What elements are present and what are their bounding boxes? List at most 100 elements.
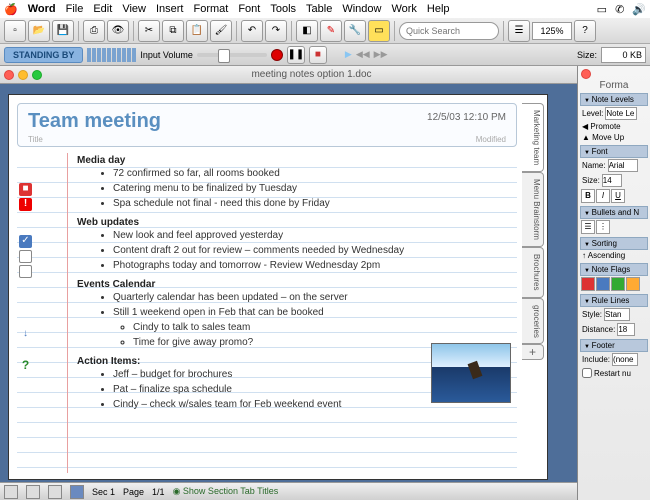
minimize-button[interactable] — [18, 70, 28, 80]
battery-icon[interactable]: ▭ — [597, 3, 607, 16]
play-button[interactable]: ▶ — [345, 49, 352, 60]
open-button[interactable]: 📂 — [28, 20, 50, 42]
note-flag[interactable] — [19, 265, 32, 278]
view-outline-button[interactable] — [26, 485, 40, 499]
copy-button[interactable]: ⧉ — [162, 20, 184, 42]
format-painter-button[interactable]: 🖌 — [210, 20, 232, 42]
add-tab-button[interactable]: + — [522, 344, 544, 360]
section-bullets[interactable]: Bullets and N — [580, 206, 648, 219]
level-field[interactable] — [605, 107, 637, 120]
stop-button[interactable]: ■ — [309, 46, 327, 64]
save-button[interactable]: 💾 — [52, 20, 74, 42]
menu-table[interactable]: Table — [306, 3, 332, 15]
pen-red-button[interactable]: ✎ — [320, 20, 342, 42]
list-item[interactable]: Content draft 2 out for review – comment… — [113, 243, 517, 258]
zoom-field[interactable] — [532, 22, 572, 40]
volume-icon[interactable]: 🔊 — [632, 3, 646, 16]
show-tabs-label[interactable]: ◉ Show Section Tab Titles — [173, 486, 279, 497]
section-tab[interactable]: groceries — [522, 298, 544, 345]
snowboarder-image[interactable] — [431, 343, 511, 403]
promote-button[interactable]: ◀ Promote — [582, 122, 621, 131]
view-normal-button[interactable] — [4, 485, 18, 499]
moveup-button[interactable]: ▲ Move Up — [582, 133, 624, 142]
underline-button[interactable]: U — [611, 189, 625, 203]
note-body[interactable]: ■! ✓ ↓? Media day72 confirmed so far, all … — [17, 153, 517, 473]
skip-fwd-button[interactable]: ▶▶ — [374, 49, 388, 60]
flag-3[interactable] — [611, 277, 625, 291]
flag-2[interactable] — [596, 277, 610, 291]
rule-distance-field[interactable] — [617, 323, 635, 336]
view-page-button[interactable] — [48, 485, 62, 499]
note-flag[interactable]: ✓ — [19, 235, 32, 248]
preview-button[interactable]: 👁 — [107, 20, 129, 42]
rule-style-field[interactable] — [604, 308, 630, 321]
eraser-button[interactable]: ◧ — [296, 20, 318, 42]
list-item[interactable]: Cindy to talk to sales team — [133, 320, 517, 335]
apple-menu-icon[interactable]: 🍎 — [4, 3, 18, 16]
menu-window[interactable]: Window — [342, 3, 381, 15]
italic-button[interactable]: I — [596, 189, 610, 203]
ascending-button[interactable]: ↑ Ascending — [582, 251, 625, 260]
note-flag[interactable]: ! — [19, 198, 32, 211]
flag-4[interactable] — [626, 277, 640, 291]
note-flag[interactable]: ↓ — [19, 328, 32, 341]
list-item[interactable]: Photographs today and tomorrow - Review … — [113, 258, 517, 273]
columns-button[interactable]: ☰ — [508, 20, 530, 42]
undo-button[interactable]: ↶ — [241, 20, 263, 42]
menu-font[interactable]: Font — [238, 3, 260, 15]
section-sorting[interactable]: Sorting — [580, 237, 648, 250]
paste-button[interactable]: 📋 — [186, 20, 208, 42]
pause-button[interactable]: ❚❚ — [287, 46, 305, 64]
toolbox-button[interactable]: 🔧 — [344, 20, 366, 42]
zoom-button[interactable] — [32, 70, 42, 80]
section-footer[interactable]: Footer — [580, 339, 648, 352]
section-tab[interactable]: Marketing team — [522, 103, 544, 172]
menu-word[interactable]: Word — [28, 3, 56, 15]
list-item[interactable]: Catering menu to be finalized by Tuesday — [113, 181, 517, 196]
list-item[interactable]: Spa schedule not final - need this done … — [113, 196, 517, 211]
menu-file[interactable]: File — [66, 3, 84, 15]
section-note-flags[interactable]: Note Flags — [580, 263, 648, 276]
list-item[interactable]: New look and feel approved yesterday — [113, 228, 517, 243]
skip-back-button[interactable]: ◀◀ — [356, 49, 370, 60]
new-button[interactable]: ▫ — [4, 20, 26, 42]
footer-include-field[interactable] — [612, 353, 638, 366]
menu-tools[interactable]: Tools — [270, 3, 296, 15]
note-flag[interactable]: ■ — [19, 183, 32, 196]
redo-button[interactable]: ↷ — [265, 20, 287, 42]
bold-button[interactable]: B — [581, 189, 595, 203]
cut-button[interactable]: ✂ — [138, 20, 160, 42]
section-heading[interactable]: Web updates — [77, 217, 517, 228]
document-page[interactable]: Team meeting 12/5/03 12:10 PM Title Modi… — [8, 94, 548, 480]
section-note-levels[interactable]: Note Levels — [580, 93, 648, 106]
menu-format[interactable]: Format — [193, 3, 228, 15]
numbering-button[interactable]: ⋮ — [596, 220, 610, 234]
print-button[interactable]: ⎙ — [83, 20, 105, 42]
close-button[interactable] — [4, 70, 14, 80]
menu-insert[interactable]: Insert — [156, 3, 184, 15]
section-heading[interactable]: Media day — [77, 155, 517, 166]
restart-checkbox[interactable] — [582, 368, 592, 378]
view-notebook-button[interactable] — [70, 485, 84, 499]
record-button[interactable] — [271, 49, 283, 61]
highlight-button[interactable]: ▭ — [368, 20, 390, 42]
font-size-field[interactable] — [602, 174, 622, 187]
list-item[interactable]: Quarterly calendar has been updated – on… — [113, 290, 517, 305]
section-tab[interactable]: Menu Brainstorm — [522, 172, 544, 247]
menu-work[interactable]: Work — [391, 3, 416, 15]
section-tab[interactable]: Brochures — [522, 247, 544, 297]
menu-help[interactable]: Help — [427, 3, 450, 15]
section-font[interactable]: Font — [580, 145, 648, 158]
input-volume-slider[interactable] — [197, 53, 267, 57]
list-item[interactable]: 72 confirmed so far, all rooms booked — [113, 166, 517, 181]
help-button[interactable]: ? — [574, 20, 596, 42]
note-flag[interactable]: ? — [19, 358, 32, 371]
phone-icon[interactable]: ✆ — [615, 3, 624, 16]
section-rule-lines[interactable]: Rule Lines — [580, 294, 648, 307]
menu-view[interactable]: View — [122, 3, 146, 15]
bullets-button[interactable]: ☰ — [581, 220, 595, 234]
search-input[interactable] — [399, 22, 499, 40]
palette-close-button[interactable] — [581, 69, 591, 79]
flag-1[interactable] — [581, 277, 595, 291]
section-heading[interactable]: Events Calendar — [77, 279, 517, 290]
